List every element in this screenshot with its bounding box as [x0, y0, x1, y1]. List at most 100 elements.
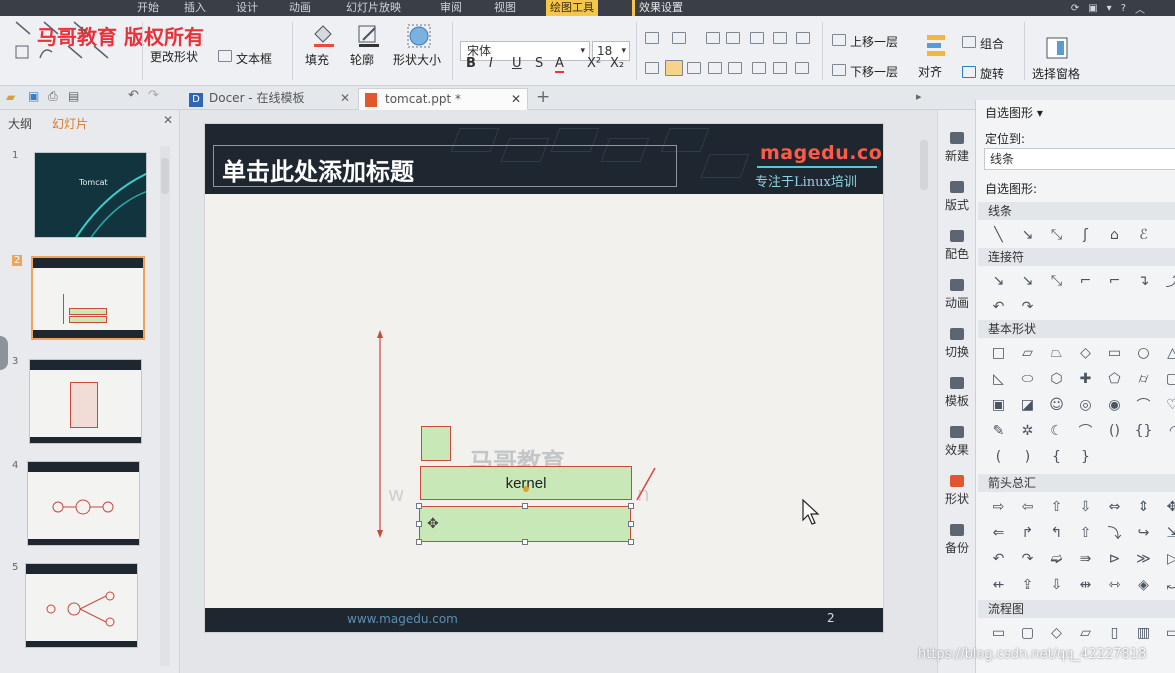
pane-header[interactable]: 自选图形 ▾ [985, 104, 1043, 121]
shape-option-arrows-2[interactable]: ⇧ [1042, 494, 1071, 520]
fill-button[interactable]: 填充 [305, 51, 329, 68]
canvas-scrollbar[interactable] [917, 130, 931, 650]
shape-option-connectors-1[interactable]: ↘ [1013, 268, 1042, 294]
shape-option-flowchart-1[interactable]: ▢ [1013, 620, 1042, 646]
tool-animation[interactable]: 动画 [938, 279, 976, 311]
shape-option-connectors-8[interactable]: ↷ [1013, 294, 1042, 320]
shape-option-basic-27[interactable]: ◜ [1158, 418, 1175, 444]
shape-option-lines-4[interactable]: ⌂ [1100, 222, 1129, 248]
undo-icon[interactable]: ↶ [128, 88, 139, 103]
slide-thumbnail-4[interactable] [27, 461, 140, 546]
line-spacing-icon[interactable] [750, 32, 764, 44]
shape-option-lines-5[interactable]: ℰ [1129, 222, 1158, 248]
tab-insert[interactable]: 插入 [180, 0, 210, 16]
underline-button[interactable]: U [512, 56, 522, 71]
resize-handle[interactable] [522, 539, 528, 545]
connector-line[interactable] [633, 464, 659, 504]
shape-size-button[interactable]: 形状大小 [393, 51, 441, 68]
shape-option-basic-21[interactable]: ✎ [984, 418, 1013, 444]
columns-icon[interactable] [773, 32, 787, 44]
align-button[interactable]: 对齐 [918, 63, 942, 80]
panel-toggle-tab[interactable] [0, 336, 8, 370]
shape-option-basic-17[interactable]: ◎ [1071, 392, 1100, 418]
shape-option-arrows-18[interactable]: ⊳ [1100, 546, 1129, 572]
tab-view[interactable]: 视图 [490, 0, 520, 16]
shape-option-basic-18[interactable]: ◉ [1100, 392, 1129, 418]
align-right-icon[interactable] [687, 62, 701, 74]
distribute-icon[interactable] [728, 62, 742, 74]
fill-bucket-icon[interactable] [310, 22, 336, 48]
align-center-icon[interactable] [665, 60, 683, 76]
close-icon[interactable]: ✕ [163, 113, 173, 127]
shape-option-flowchart-0[interactable]: ▭ [984, 620, 1013, 646]
tool-shapes[interactable]: 形状 [938, 475, 976, 507]
slide-thumbnail-3[interactable] [29, 359, 142, 444]
shape-option-basic-19[interactable]: ⌒ [1129, 392, 1158, 418]
shape-option-basic-11[interactable]: ⬠ [1100, 366, 1129, 392]
shape-option-basic-15[interactable]: ◪ [1013, 392, 1042, 418]
tool-color-scheme[interactable]: 配色 [938, 230, 976, 262]
shape-option-basic-8[interactable]: ⬭ [1013, 366, 1042, 392]
shape-option-arrows-21[interactable]: ⇷ [984, 572, 1013, 598]
shape-option-connectors-4[interactable]: ⌐ [1100, 268, 1129, 294]
tab-design[interactable]: 设计 [232, 0, 262, 16]
text-direction-icon[interactable] [796, 32, 810, 44]
shape-option-arrows-6[interactable]: ✥ [1158, 494, 1175, 520]
close-icon[interactable]: ✕ [340, 88, 350, 108]
shape-option-arrows-5[interactable]: ⇕ [1129, 494, 1158, 520]
shape-option-arrows-0[interactable]: ⇨ [984, 494, 1013, 520]
increase-indent-icon[interactable] [726, 32, 740, 44]
bold-button[interactable]: B [466, 56, 476, 71]
resize-handle[interactable] [628, 521, 634, 527]
save-icon[interactable]: ▣ [28, 89, 39, 103]
scroll-thumb[interactable] [161, 158, 169, 194]
shape-option-basic-16[interactable]: ☺ [1042, 392, 1071, 418]
shape-option-basic-10[interactable]: ✚ [1071, 366, 1100, 392]
vertical-align-icon[interactable] [752, 62, 766, 74]
shape-option-arrows-22[interactable]: ⇪ [1013, 572, 1042, 598]
shape-option-arrows-24[interactable]: ⇹ [1071, 572, 1100, 598]
tab-drawing-tools[interactable]: 绘图工具 [546, 0, 598, 16]
slide-thumbnail-2[interactable] [31, 256, 145, 340]
shape-option-lines-3[interactable]: ʃ [1071, 222, 1100, 248]
tab-docer-templates[interactable]: D Docer - 在线模板 ✕ [183, 88, 356, 110]
shape-option-arrows-27[interactable]: ⤾ [1158, 572, 1175, 598]
resize-handle[interactable] [628, 539, 634, 545]
vertical-arrow[interactable] [365, 324, 395, 544]
print-preview-icon[interactable]: ⎙ [48, 89, 58, 104]
bullet-list-icon[interactable] [645, 32, 659, 44]
superscript-button[interactable]: X² [587, 56, 601, 71]
small-square-shape[interactable] [421, 426, 451, 461]
shape-option-basic-31[interactable]: } [1071, 444, 1100, 470]
shape-option-arrows-26[interactable]: ◈ [1129, 572, 1158, 598]
paragraph-spacing-icon[interactable] [773, 62, 787, 74]
shape-option-basic-30[interactable]: { [1042, 444, 1071, 470]
selected-rect-shape[interactable] [419, 506, 631, 542]
shape-option-connectors-2[interactable]: ⤡ [1042, 268, 1071, 294]
shape-option-basic-29[interactable]: ) [1013, 444, 1042, 470]
tab-home[interactable]: 开始 [133, 0, 163, 16]
shape-option-basic-13[interactable]: ▢ [1158, 366, 1175, 392]
shape-option-arrows-10[interactable]: ⇧ [1071, 520, 1100, 546]
shape-option-connectors-3[interactable]: ⌐ [1071, 268, 1100, 294]
new-tab-button[interactable]: + [536, 87, 550, 107]
selection-pane-button[interactable]: 选择窗格 [1032, 65, 1080, 82]
shape-option-arrows-19[interactable]: ≫ [1129, 546, 1158, 572]
print-icon[interactable]: ▤ [68, 89, 79, 103]
shape-option-basic-1[interactable]: ▱ [1013, 340, 1042, 366]
edit-shape-button[interactable]: 更改形状 [150, 48, 198, 65]
tool-template[interactable]: 模板 [938, 377, 976, 409]
shape-option-arrows-7[interactable]: ⇐ [984, 520, 1013, 546]
shape-option-connectors-5[interactable]: ↴ [1129, 268, 1158, 294]
section-lines[interactable]: 线条 [978, 202, 1175, 220]
resize-handle[interactable] [416, 521, 422, 527]
shape-option-basic-22[interactable]: ✲ [1013, 418, 1042, 444]
shape-option-flowchart-3[interactable]: ▱ [1071, 620, 1100, 646]
font-name-select[interactable]: 宋体 ▾ [460, 41, 590, 61]
resize-handle[interactable] [416, 539, 422, 545]
tool-new[interactable]: 新建 [938, 132, 976, 164]
refresh-icon[interactable]: ⟳ [1071, 3, 1079, 14]
shape-option-flowchart-2[interactable]: ◇ [1042, 620, 1071, 646]
shape-option-basic-2[interactable]: ⏢ [1042, 340, 1071, 366]
shape-option-arrows-20[interactable]: ▷ [1158, 546, 1175, 572]
